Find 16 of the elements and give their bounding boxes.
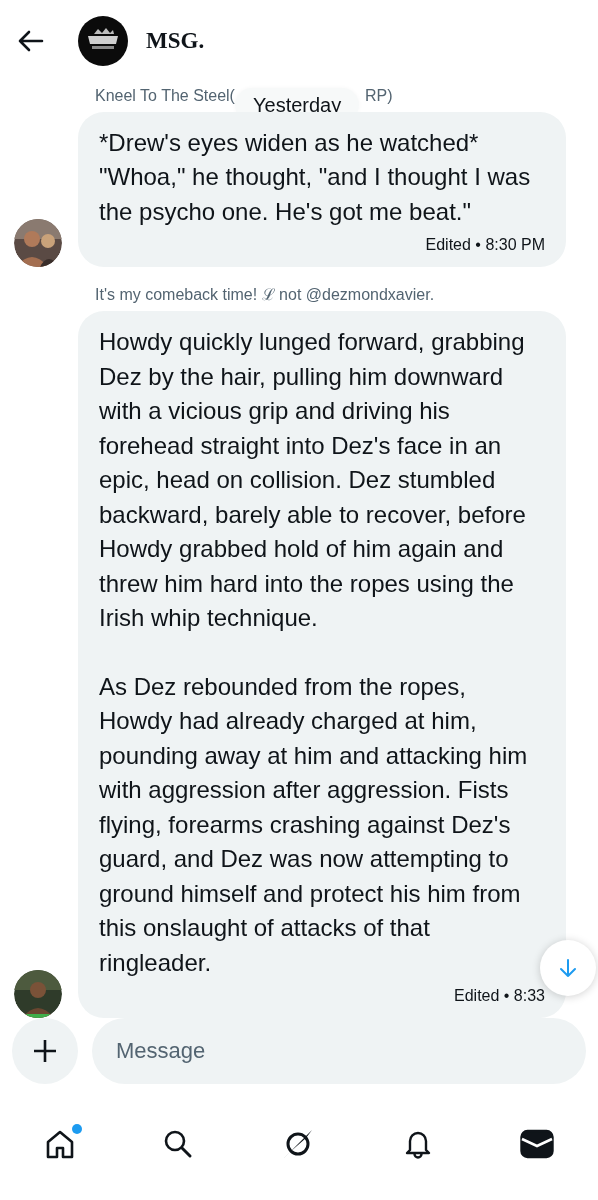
message-text: Howdy quickly lunged forward, grabbing Dez by the hair, pulling him downward with a vicious grip and driving his forehead straight into Dez's face in an epic, head on collision. Dez stumbled backward, barely able to recover, before Howdy grabbed hold of him again and threw him hard into the ropes using the Irish whip technique. bbox=[99, 327, 527, 634]
plus-icon bbox=[33, 1039, 57, 1064]
group-logo-icon bbox=[78, 15, 128, 66]
home-icon[interactable] bbox=[44, 1128, 76, 1161]
message-input[interactable]: Message bbox=[92, 1018, 586, 1085]
sender-name: Kneel To The Steel( bbox=[95, 85, 235, 106]
message-meta: Edited • 8:33 bbox=[454, 986, 545, 1007]
back-arrow-icon[interactable] bbox=[16, 28, 44, 53]
mail-icon[interactable] bbox=[520, 1128, 554, 1161]
chat-title: MSG. bbox=[146, 26, 205, 55]
down-arrow-icon bbox=[559, 958, 577, 979]
sender-name: RP) bbox=[364, 85, 393, 106]
message-text: *Drew's eyes widen as he watched* "Whoa," he thought, "and I thought I was the psycho one. He's got me beat." bbox=[99, 127, 532, 227]
message-meta: Edited • 8:30 PM bbox=[425, 235, 545, 256]
message-text: As Dez rebounded from the ropes, Howdy had already charged at him, pounding away at him and attacking him with aggression after aggression. Fists flying, forearms crashing against Dez's guard, and Dez was now attempting to ground himself and protect his him from this onslaught of attacks of that ringleader. bbox=[99, 671, 529, 978]
sender-name: It's my comeback time! ℒ not @dezmondxavier. bbox=[95, 285, 435, 306]
